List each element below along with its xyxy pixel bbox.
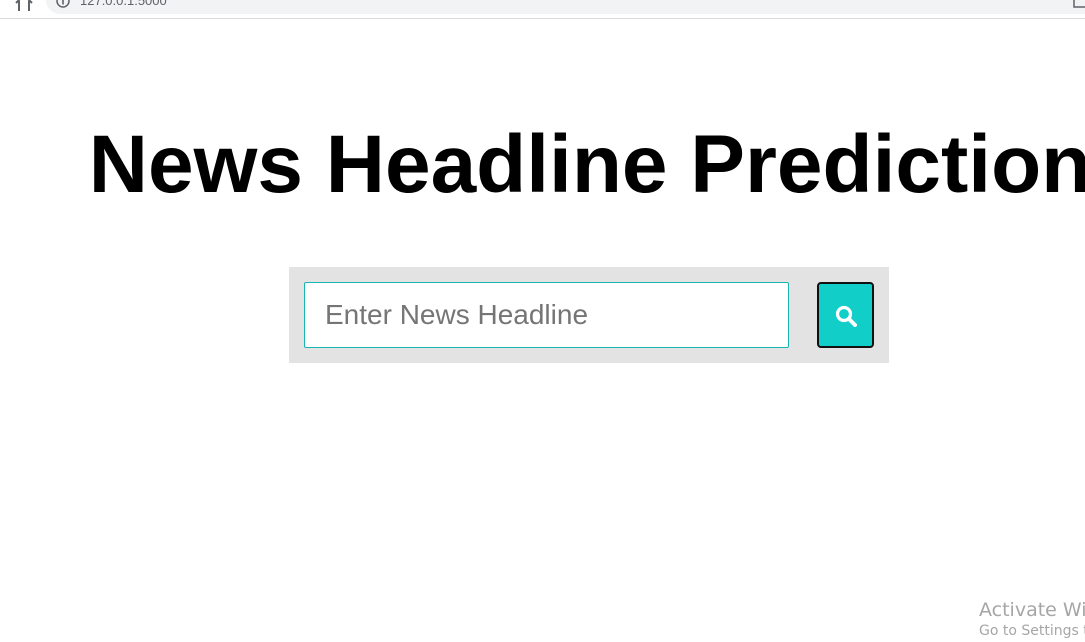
url-text[interactable]: 127.0.0.1:5000 — [80, 0, 167, 8]
watermark-subtitle: Go to Settings t — [979, 623, 1085, 639]
windows-activation-watermark: Activate Wir Go to Settings t — [979, 598, 1085, 640]
search-form — [289, 267, 889, 363]
info-icon[interactable] — [56, 0, 70, 8]
search-button[interactable] — [817, 282, 874, 348]
extension-icon[interactable] — [1073, 0, 1085, 8]
browser-toolbar: 127.0.0.1:5000 — [0, 0, 1085, 19]
headline-input[interactable] — [304, 282, 789, 348]
watermark-title: Activate Wir — [979, 599, 1085, 621]
home-icon[interactable] — [14, 0, 34, 11]
address-bar[interactable] — [46, 0, 1085, 14]
page-title: News Headline Prediction — [88, 119, 1085, 210]
